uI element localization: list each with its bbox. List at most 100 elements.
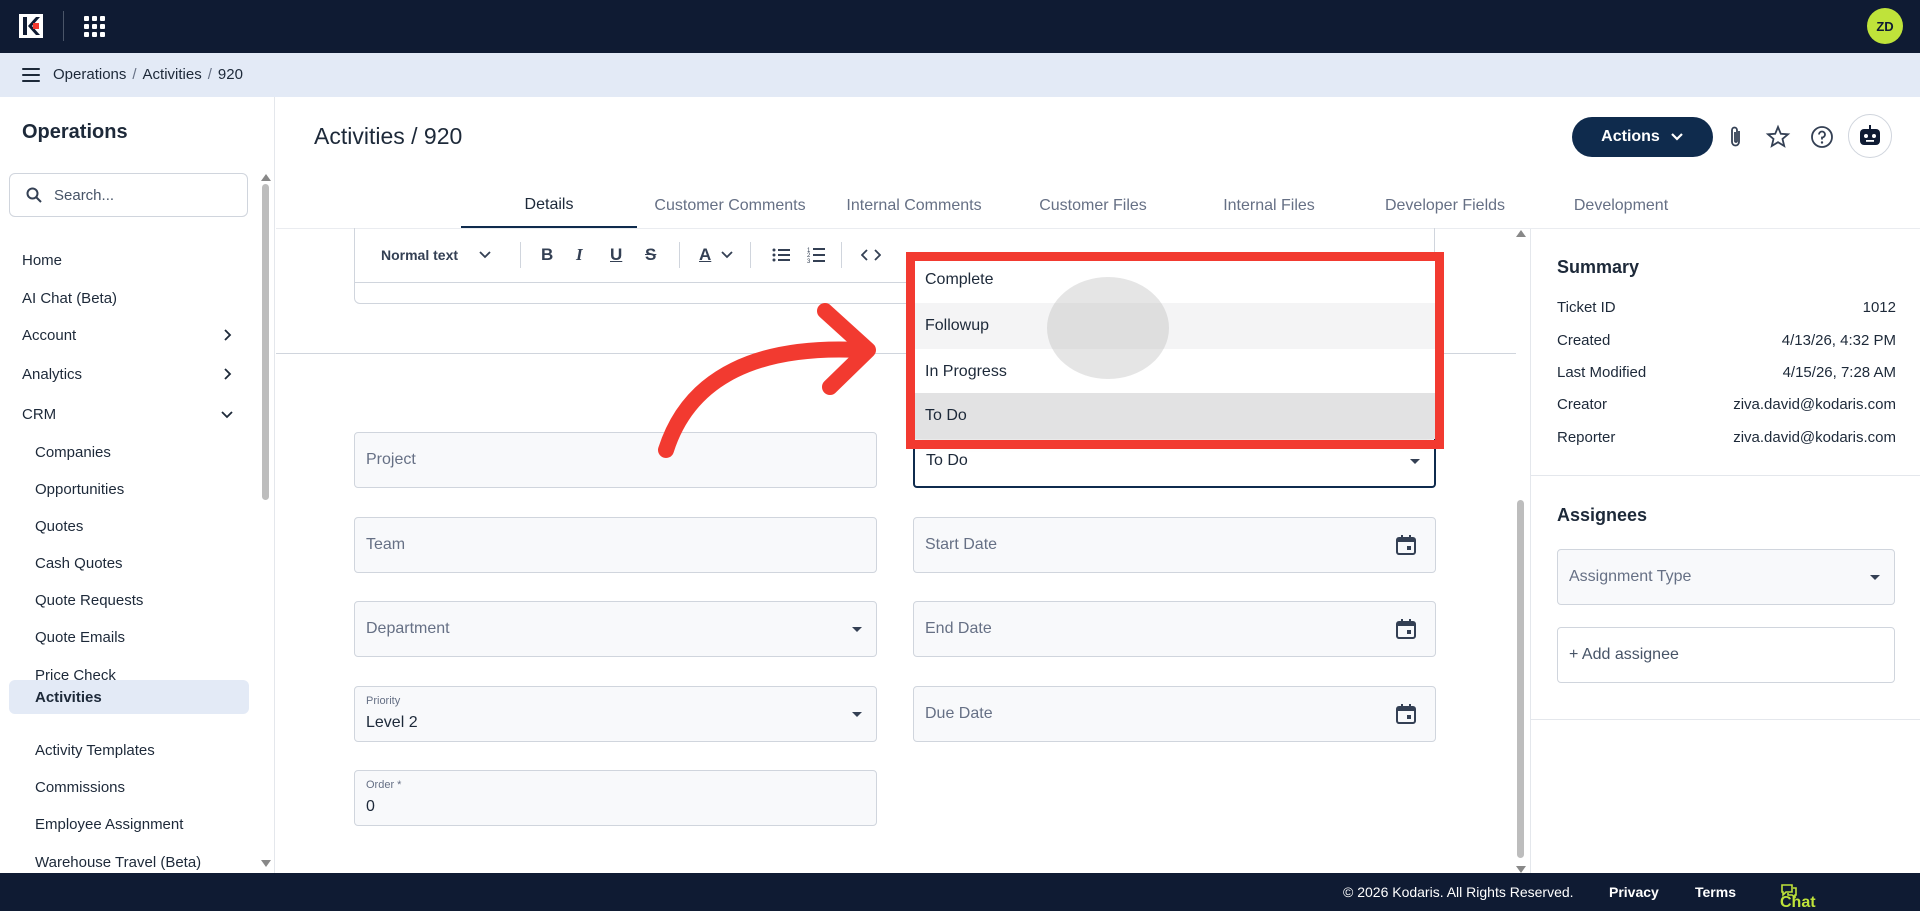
- sidebar-search-input[interactable]: [54, 174, 234, 216]
- sidebar-item-analytics[interactable]: Analytics: [9, 357, 249, 391]
- summary-key: Ticket ID: [1557, 299, 1616, 316]
- sidebar-item-quote-emails[interactable]: Quote Emails: [9, 620, 249, 654]
- sidebar-item-home[interactable]: Home: [9, 243, 249, 277]
- sidebar-item-activities[interactable]: Activities: [9, 680, 249, 714]
- summary-value: 1012: [1862, 299, 1896, 316]
- toolbar-divider: [520, 242, 521, 268]
- breadcrumb-separator: /: [207, 66, 212, 83]
- apps-grid-icon[interactable]: [84, 16, 105, 37]
- order-value: 0: [366, 798, 375, 815]
- sidebar-item-label: Companies: [35, 443, 111, 461]
- breadcrumb-separator: /: [132, 66, 137, 83]
- add-assignee-button[interactable]: + Add assignee: [1557, 627, 1895, 683]
- bullet-list-icon[interactable]: [772, 247, 790, 263]
- kodaris-logo-icon[interactable]: [19, 14, 43, 38]
- team-field[interactable]: Team: [354, 517, 877, 573]
- robot-icon: [1860, 125, 1880, 145]
- sidebar-item-opportunities[interactable]: Opportunities: [9, 472, 249, 506]
- assignment-type-placeholder: Assignment Type: [1569, 568, 1692, 585]
- sidebar-item-cash-quotes[interactable]: Cash Quotes: [9, 546, 249, 580]
- chevron-down-icon: [721, 251, 733, 259]
- strikethrough-icon[interactable]: S: [645, 244, 656, 266]
- caret-down-icon: [852, 627, 862, 632]
- topbar-divider: [63, 11, 64, 41]
- breadcrumb-bar: Operations / Activities / 920: [0, 53, 1920, 97]
- priority-label: Priority: [366, 695, 401, 707]
- sidebar-scroll-thumb[interactable]: [262, 184, 269, 500]
- scroll-up-icon[interactable]: [261, 174, 271, 181]
- calendar-icon[interactable]: [1395, 618, 1417, 640]
- summary-key: Reporter: [1557, 429, 1616, 446]
- privacy-link[interactable]: Privacy: [1609, 884, 1659, 900]
- terms-link[interactable]: Terms: [1695, 884, 1736, 900]
- italic-icon[interactable]: I: [576, 244, 583, 266]
- bold-icon[interactable]: B: [541, 244, 553, 266]
- breadcrumb-activities[interactable]: Activities: [143, 66, 202, 83]
- panel-divider: [1531, 475, 1920, 476]
- code-icon[interactable]: [861, 248, 881, 262]
- department-placeholder: Department: [366, 620, 450, 637]
- text-format-select[interactable]: Normal text: [381, 247, 458, 263]
- sidebar-scrollbar[interactable]: [261, 174, 271, 867]
- department-select[interactable]: Department: [354, 601, 877, 657]
- footer: © 2026 Kodaris. All Rights Reserved. Pri…: [0, 873, 1920, 911]
- tab-development[interactable]: Development: [1533, 183, 1709, 228]
- sidebar-item-quote-requests[interactable]: Quote Requests: [9, 583, 249, 617]
- tab-customer-comments[interactable]: Customer Comments: [637, 183, 823, 228]
- caret-down-icon: [1410, 459, 1420, 464]
- actions-button[interactable]: Actions: [1572, 117, 1713, 157]
- summary-row: Created 4/13/26, 4:32 PM: [1557, 332, 1896, 349]
- calendar-icon[interactable]: [1395, 534, 1417, 556]
- numbered-list-icon[interactable]: 1 2 3: [807, 246, 825, 264]
- tab-customer-files[interactable]: Customer Files: [1005, 183, 1181, 228]
- ai-assistant-button[interactable]: [1848, 114, 1892, 158]
- sidebar-item-label: Account: [22, 326, 77, 344]
- scroll-up-icon[interactable]: [1516, 230, 1526, 237]
- paperclip-icon[interactable]: [1723, 124, 1749, 150]
- chevron-down-icon: [479, 251, 491, 259]
- sidebar-item-employee-assignment[interactable]: Employee Assignment: [9, 807, 249, 841]
- sidebar-item-account[interactable]: Account: [9, 318, 249, 352]
- hamburger-menu-icon[interactable]: [22, 68, 40, 82]
- sidebar-item-ai-chat[interactable]: AI Chat (Beta): [9, 281, 249, 315]
- start-date-field[interactable]: Start Date: [913, 517, 1436, 573]
- tab-internal-comments[interactable]: Internal Comments: [823, 183, 1005, 228]
- chevron-right-icon: [224, 368, 232, 380]
- user-avatar[interactable]: ZD: [1867, 8, 1903, 44]
- text-color-icon[interactable]: A: [699, 244, 711, 266]
- tab-developer-fields[interactable]: Developer Fields: [1357, 183, 1533, 228]
- star-icon[interactable]: [1765, 124, 1791, 150]
- scroll-down-icon[interactable]: [1516, 866, 1526, 873]
- caret-down-icon: [1870, 575, 1880, 580]
- order-field[interactable]: Order * 0: [354, 770, 877, 826]
- sidebar-search: [9, 173, 248, 217]
- sidebar-item-quotes[interactable]: Quotes: [9, 509, 249, 543]
- summary-row: Reporter ziva.david@kodaris.com: [1557, 429, 1896, 446]
- summary-title: Summary: [1557, 257, 1640, 277]
- end-date-field[interactable]: End Date: [913, 601, 1436, 657]
- sidebar-item-companies[interactable]: Companies: [9, 435, 249, 469]
- scroll-down-icon[interactable]: [261, 860, 271, 867]
- sidebar-item-commissions[interactable]: Commissions: [9, 770, 249, 804]
- priority-select[interactable]: Priority Level 2: [354, 686, 877, 742]
- underline-icon[interactable]: U: [610, 244, 622, 266]
- tab-details[interactable]: Details: [461, 183, 637, 228]
- summary-value: 4/15/26, 7:28 AM: [1782, 364, 1896, 381]
- tab-bar: Details Customer Comments Internal Comme…: [461, 183, 1734, 228]
- due-date-field[interactable]: Due Date: [913, 686, 1436, 742]
- calendar-icon[interactable]: [1395, 703, 1417, 725]
- assignment-type-select[interactable]: Assignment Type: [1557, 549, 1895, 605]
- sidebar-item-activity-templates[interactable]: Activity Templates: [9, 733, 249, 767]
- tab-internal-files[interactable]: Internal Files: [1181, 183, 1357, 228]
- assignees-title: Assignees: [1557, 505, 1648, 525]
- main-scrollbar[interactable]: [1516, 230, 1526, 873]
- breadcrumb-operations[interactable]: Operations: [53, 66, 126, 83]
- summary-value: ziva.david@kodaris.com: [1733, 396, 1896, 413]
- main-scroll-thumb[interactable]: [1517, 500, 1524, 858]
- help-icon[interactable]: [1809, 124, 1835, 150]
- sidebar-item-crm[interactable]: CRM: [9, 397, 249, 431]
- summary-key: Created: [1557, 332, 1611, 349]
- chevron-down-icon: [1671, 133, 1683, 141]
- chat-with-us-button[interactable]: Chat with us: [1780, 883, 1816, 911]
- page-title: Activities / 920: [314, 123, 463, 149]
